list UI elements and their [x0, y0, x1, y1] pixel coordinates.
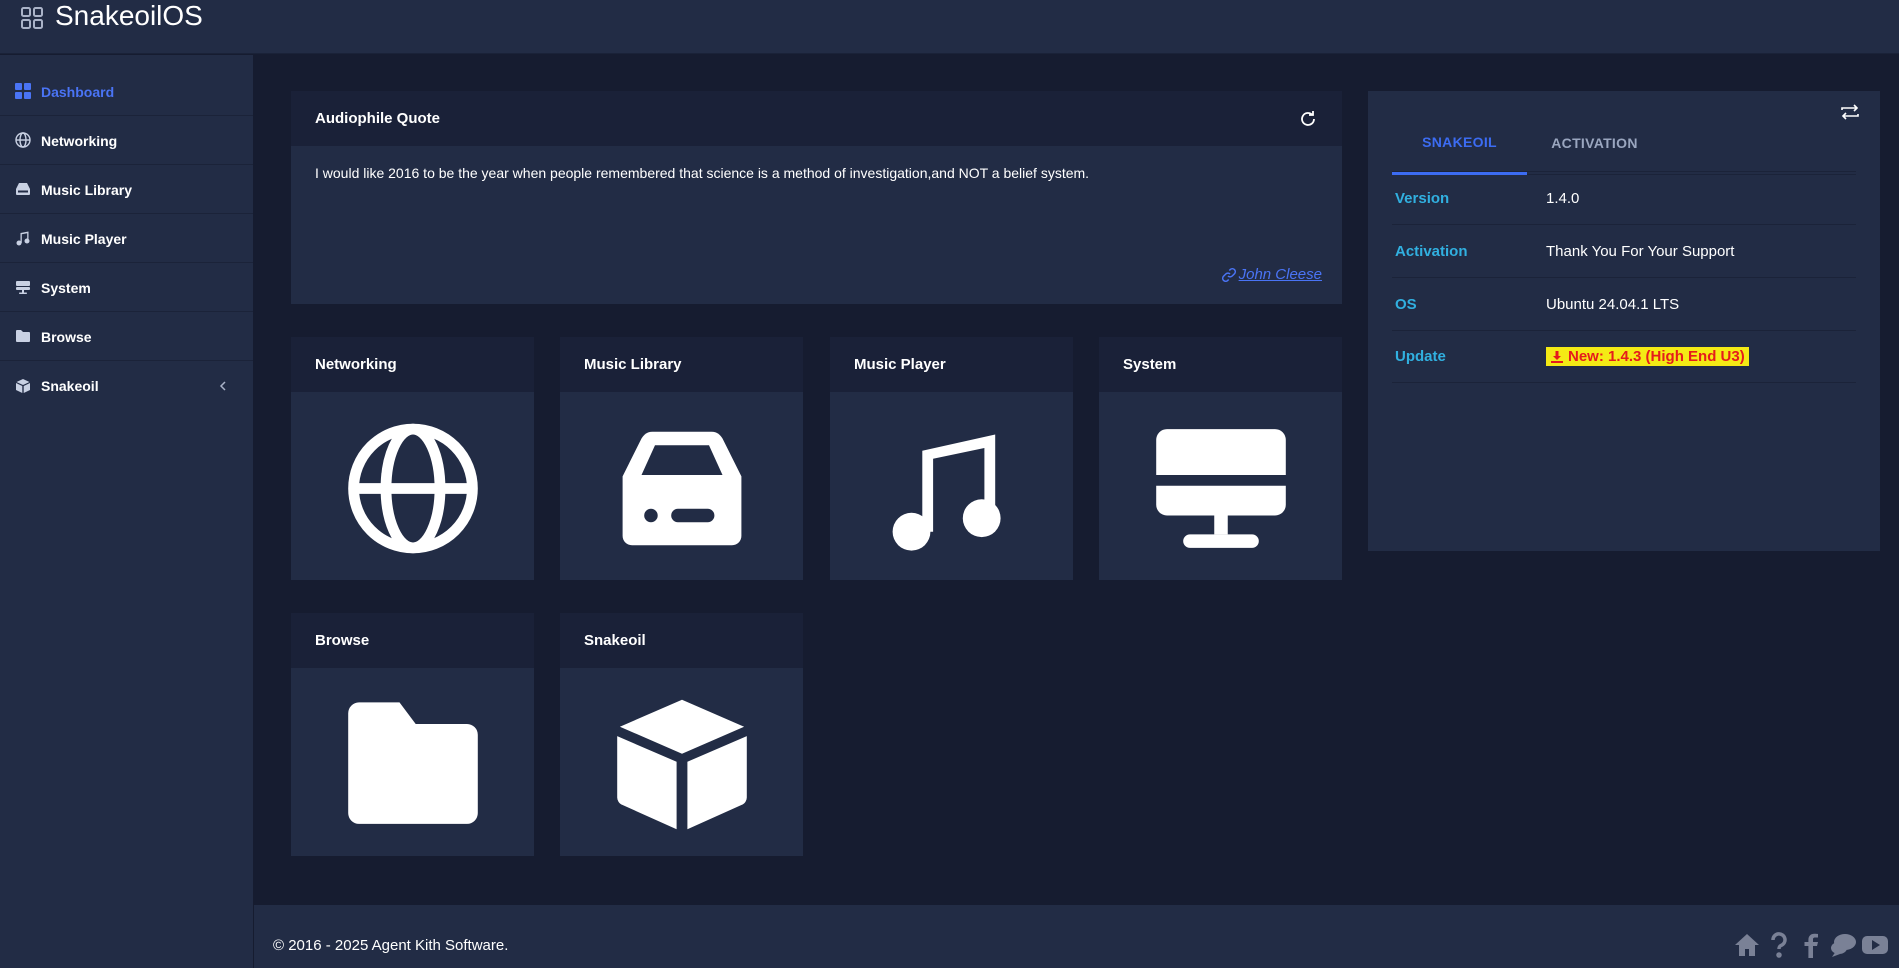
monitor-icon	[15, 279, 32, 296]
sidebar-item-label: Snakeoil	[41, 378, 99, 394]
sidebar-item-music-player[interactable]: Music Player	[0, 215, 253, 263]
sidebar-item-label: System	[41, 279, 91, 296]
download-icon	[1550, 350, 1564, 364]
update-badge[interactable]: New: 1.4.3 (High End U3)	[1546, 347, 1749, 366]
home-icon[interactable]	[1733, 931, 1761, 959]
tile-title: Browse	[291, 613, 534, 668]
update-text: New: 1.4.3 (High End U3)	[1568, 348, 1745, 365]
sidebar-item-dashboard[interactable]: Dashboard	[0, 68, 253, 116]
sidebar: Dashboard Networking Music Library Music…	[0, 55, 253, 968]
sidebar-item-label: Networking	[41, 132, 118, 149]
info-value: Ubuntu 24.04.1 LTS	[1546, 295, 1680, 313]
quote-author: John Cleese	[1238, 266, 1322, 283]
info-row-os: OS Ubuntu 24.04.1 LTS	[1392, 277, 1856, 330]
tile-system[interactable]: System	[1099, 337, 1342, 580]
sidebar-item-browse[interactable]: Browse	[0, 313, 253, 361]
sidebar-item-snakeoil[interactable]: Snakeoil	[0, 362, 253, 410]
quote-card: Audiophile Quote I would like 2016 to be…	[291, 91, 1342, 304]
folder-icon	[15, 328, 32, 345]
quote-title: Audiophile Quote	[291, 91, 1342, 146]
sidebar-item-music-library[interactable]: Music Library	[0, 166, 253, 214]
copyright-text: © 2016 - 2025 Agent Kith Software.	[273, 937, 509, 954]
top-bar: SnakeoilOS	[0, 0, 1899, 54]
tile-title: Music Player	[830, 337, 1073, 392]
cube-icon	[15, 378, 32, 395]
footer: © 2016 - 2025 Agent Kith Software.	[254, 905, 1899, 968]
drive-icon	[614, 421, 749, 556]
info-key: Update	[1395, 348, 1446, 365]
forum-icon[interactable]	[1829, 931, 1857, 959]
sidebar-item-label: Music Player	[41, 230, 127, 247]
sidebar-item-system[interactable]: System	[0, 264, 253, 312]
info-key: Activation	[1395, 242, 1468, 260]
sidebar-item-label: Dashboard	[41, 83, 115, 100]
tab-activation[interactable]: ACTIVATION	[1527, 111, 1662, 175]
tile-title: Music Library	[560, 337, 803, 392]
globe-icon	[15, 132, 32, 149]
youtube-icon[interactable]	[1861, 931, 1889, 959]
globe-icon	[345, 421, 480, 556]
dashboard-icon	[15, 83, 32, 100]
tile-browse[interactable]: Browse	[291, 613, 534, 856]
quote-text: I would like 2016 to be the year when pe…	[315, 165, 1090, 181]
cube-icon	[614, 697, 749, 832]
info-panel: SNAKEOIL ACTIVATION Version 1.4.0 Activa…	[1368, 91, 1880, 551]
drive-icon	[15, 181, 32, 198]
info-key: Version	[1395, 189, 1450, 207]
refresh-icon[interactable]	[1298, 109, 1318, 129]
tile-title: Snakeoil	[560, 613, 803, 668]
info-row-activation: Activation Thank You For Your Support	[1392, 224, 1856, 277]
tile-title: Networking	[291, 337, 534, 392]
sidebar-item-label: Browse	[41, 328, 92, 345]
link-icon	[1221, 267, 1237, 283]
facebook-icon[interactable]	[1797, 931, 1825, 959]
sidebar-item-networking[interactable]: Networking	[0, 117, 253, 165]
tile-music-player[interactable]: Music Player	[830, 337, 1073, 580]
info-value: Thank You For Your Support	[1546, 242, 1735, 260]
music-note-icon	[884, 421, 1019, 556]
tab-snakeoil[interactable]: SNAKEOIL	[1392, 111, 1527, 175]
info-row-update: Update New: 1.4.3 (High End U3)	[1392, 330, 1856, 383]
tile-title: System	[1099, 337, 1342, 392]
monitor-icon	[1153, 421, 1288, 556]
tile-music-library[interactable]: Music Library	[560, 337, 803, 580]
app-title: SnakeoilOS	[55, 0, 203, 31]
chevron-left-icon[interactable]	[217, 379, 229, 393]
info-value: 1.4.0	[1546, 189, 1580, 207]
info-row-version: Version 1.4.0	[1392, 171, 1856, 224]
help-icon[interactable]	[1765, 931, 1793, 959]
music-note-icon	[15, 230, 32, 247]
tile-networking[interactable]: Networking	[291, 337, 534, 580]
tile-snakeoil[interactable]: Snakeoil	[560, 613, 803, 856]
footer-icons	[1733, 931, 1889, 959]
quote-author-link[interactable]: John Cleese	[1221, 266, 1322, 283]
apps-grid-icon[interactable]	[20, 6, 44, 30]
sidebar-item-label: Music Library	[41, 181, 133, 198]
info-tabs: SNAKEOIL ACTIVATION	[1392, 111, 1856, 175]
folder-icon	[345, 697, 480, 832]
info-key: OS	[1395, 295, 1417, 313]
